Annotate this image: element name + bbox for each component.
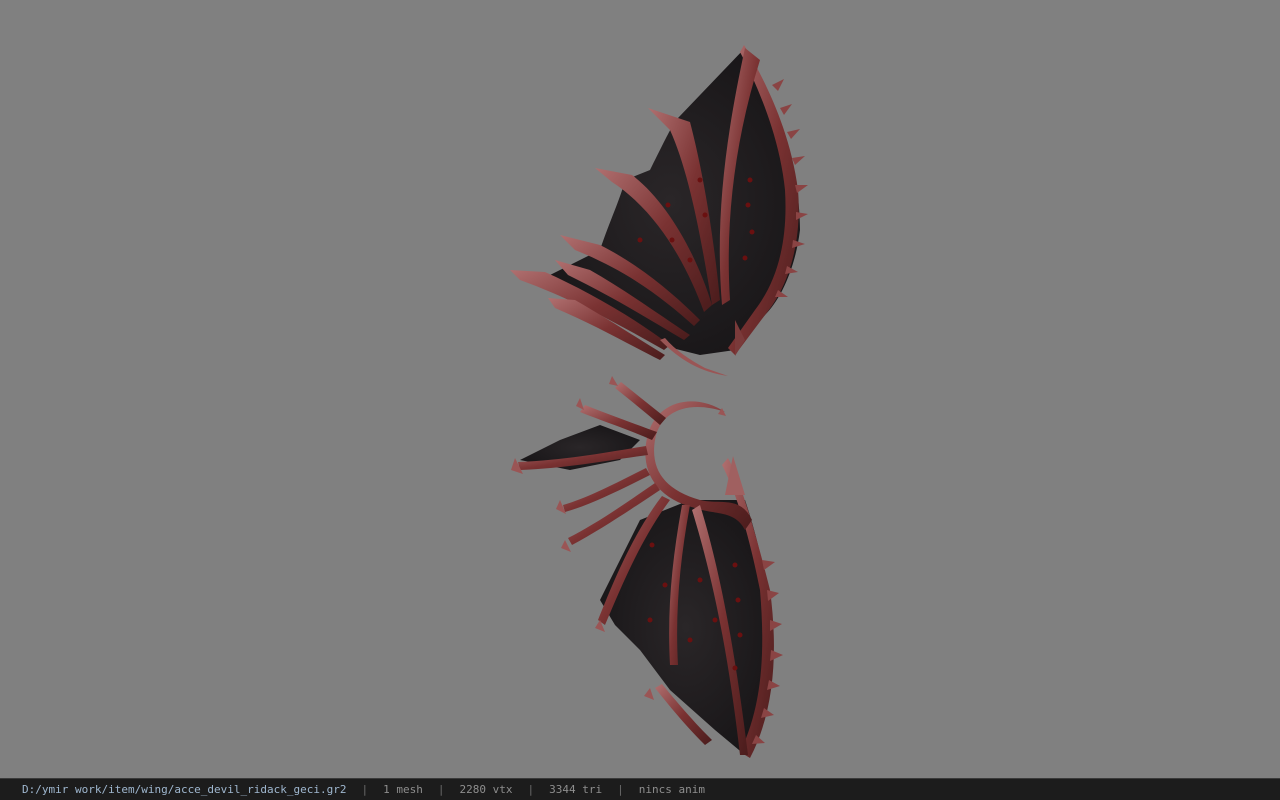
upper-wing [510, 45, 808, 376]
separator: | [437, 783, 445, 796]
triangle-count: 3344 tri [549, 783, 603, 796]
separator: | [361, 783, 369, 796]
animation-status: nincs anim [638, 783, 705, 796]
lower-wing [511, 376, 783, 758]
status-bar: D:/ymir work/item/wing/acce_devil_ridack… [0, 778, 1280, 800]
separator: | [527, 783, 535, 796]
file-path: D:/ymir work/item/wing/acce_devil_ridack… [22, 783, 347, 796]
vertex-count: 2280 vtx [459, 783, 513, 796]
model-viewport[interactable] [0, 0, 1280, 778]
separator: | [617, 783, 624, 796]
wing-model [510, 45, 808, 758]
mesh-count: 1 mesh [383, 783, 423, 796]
